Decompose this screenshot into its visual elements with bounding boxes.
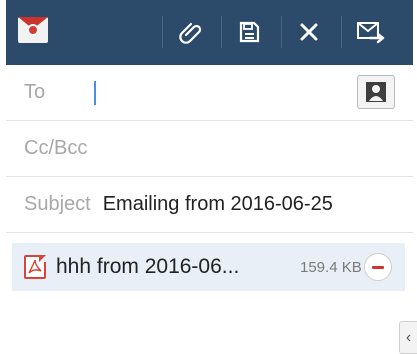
- pdf-icon: [24, 255, 46, 279]
- save-icon: [239, 21, 260, 43]
- cc-bcc-row[interactable]: Cc/Bcc: [6, 121, 413, 177]
- compose-action-bar: [6, 0, 413, 65]
- toolbar-divider: [341, 16, 342, 48]
- envelope-badge: [27, 24, 39, 36]
- close-icon: [300, 23, 318, 41]
- pdf-glyph: [28, 259, 42, 274]
- toolbar-divider: [221, 16, 222, 48]
- subject-input[interactable]: Emailing from 2016-06-25: [103, 193, 333, 216]
- remove-attachment-button[interactable]: [364, 253, 392, 281]
- attachment-size: 159.4 KB: [300, 259, 362, 276]
- subject-label: Subject: [24, 193, 91, 215]
- toolbar-divider: [281, 16, 282, 48]
- save-draft-button[interactable]: [230, 13, 268, 51]
- to-input-cursor: [94, 81, 96, 105]
- side-panel-handle[interactable]: ‹: [399, 321, 417, 354]
- attach-button[interactable]: [172, 13, 210, 51]
- attachment-item[interactable]: hhh from 2016-06... 159.4 KB: [12, 243, 405, 291]
- discard-button[interactable]: [290, 13, 328, 51]
- send-button[interactable]: [352, 13, 390, 51]
- paperclip-icon: [179, 22, 202, 44]
- remove-icon: [372, 265, 384, 269]
- to-label: To: [24, 81, 46, 103]
- email-app-icon[interactable]: [18, 17, 48, 43]
- add-contact-button[interactable]: [357, 75, 395, 109]
- attachment-name: hhh from 2016-06...: [56, 255, 240, 278]
- send-mail-icon: [357, 22, 385, 44]
- toolbar-divider: [162, 16, 163, 48]
- to-row[interactable]: To: [6, 65, 413, 121]
- subject-row[interactable]: Subject Emailing from 2016-06-25: [6, 177, 413, 233]
- chevron-left-icon: ‹: [405, 328, 412, 346]
- contact-person-icon: [366, 82, 386, 102]
- cc-bcc-label: Cc/Bcc: [24, 137, 88, 159]
